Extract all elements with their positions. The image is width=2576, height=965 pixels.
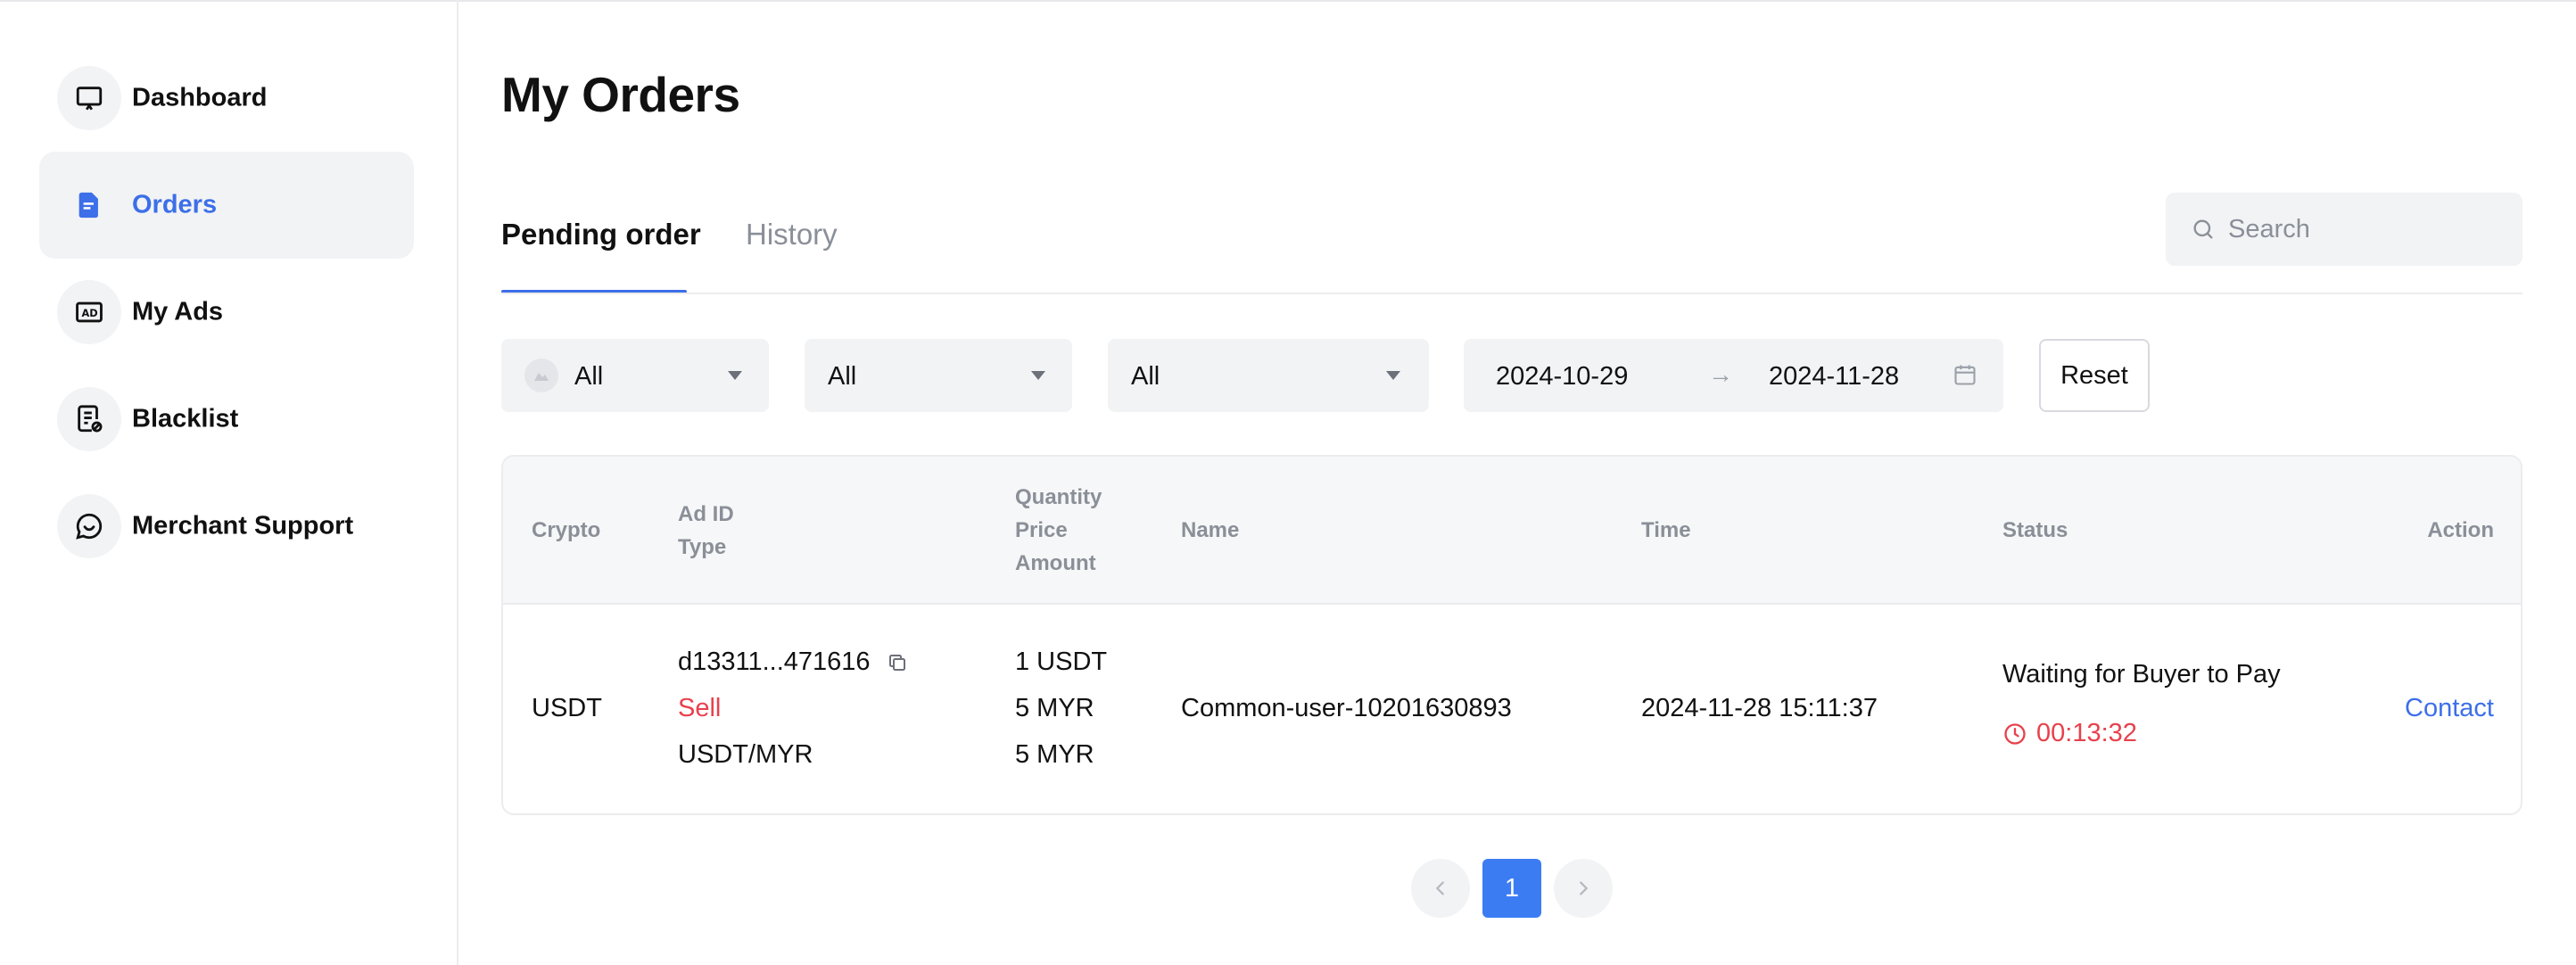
date-start[interactable]: 2024-10-29 [1496, 362, 1628, 392]
coin-icon [524, 359, 558, 392]
chevron-right-icon [1580, 881, 1589, 895]
search-input[interactable] [2228, 193, 2505, 266]
tab-history[interactable]: History [746, 218, 838, 252]
monitor-icon [57, 66, 121, 130]
sidebar-item-label: Blacklist [132, 404, 239, 433]
row-type: Sell [678, 694, 722, 722]
orders-table: Crypto Ad ID Type Quantity Price Amount … [501, 455, 2522, 815]
sidebar-item-label: Orders [132, 190, 218, 219]
search-icon [2193, 219, 2213, 239]
status-filter-value: All [1131, 362, 1160, 391]
row-quantity: 1 USDT [1015, 647, 1108, 676]
row-time: 2024-11-28 15:11:37 [1641, 694, 1878, 722]
copy-icon[interactable] [887, 652, 908, 673]
row-ad-id: d13311...471616 [678, 647, 908, 677]
page-title: My Orders [501, 67, 740, 122]
table-header: Crypto Ad ID Type Quantity Price Amount … [503, 457, 2521, 605]
date-end[interactable]: 2024-11-28 [1769, 362, 1899, 392]
sidebar-item-label: Merchant Support [132, 511, 354, 540]
next-page-button[interactable] [1554, 859, 1613, 918]
header-crypto: Crypto [532, 518, 601, 542]
countdown-value: 00:13:32 [2036, 719, 2137, 747]
chevron-left-icon [1435, 881, 1444, 895]
row-status: Waiting for Buyer to Pay [2002, 660, 2281, 689]
sidebar-item-blacklist[interactable]: Blacklist [39, 366, 414, 473]
page-number-current[interactable]: 1 [1482, 859, 1541, 918]
row-crypto: USDT [532, 694, 602, 722]
header-qty-price-amount: Quantity Price Amount [1015, 481, 1102, 580]
sidebar-item-orders[interactable]: Orders [39, 152, 414, 259]
tabs-divider [501, 293, 2522, 294]
document-icon [57, 173, 121, 237]
row-countdown: 00:13:32 [2002, 719, 2137, 748]
chevron-down-icon [728, 371, 742, 380]
header-ad-id-type: Ad ID Type [678, 498, 734, 564]
row-pair: USDT/MYR [678, 740, 813, 769]
sidebar-item-label: Dashboard [132, 83, 268, 112]
sidebar-item-my-ads[interactable]: AD My Ads [39, 259, 414, 366]
header-type: Type [678, 535, 727, 559]
status-filter-select[interactable]: All [1108, 339, 1429, 412]
ad-id-value: d13311...471616 [678, 647, 871, 676]
clock-icon [2004, 722, 2026, 745]
search-box[interactable] [2166, 193, 2522, 266]
sidebar-item-merchant-support[interactable]: Merchant Support [39, 473, 414, 580]
chat-icon [57, 494, 121, 558]
header-name: Name [1181, 518, 1240, 542]
reset-button[interactable]: Reset [2039, 339, 2150, 412]
svg-text:AD: AD [82, 307, 98, 319]
header-amount: Amount [1015, 551, 1096, 575]
contact-link[interactable]: Contact [2405, 694, 2494, 723]
header-time: Time [1641, 518, 1691, 542]
sidebar-item-dashboard[interactable]: Dashboard [39, 45, 414, 152]
ad-icon: AD [57, 280, 121, 344]
type-filter-value: All [828, 362, 857, 391]
blacklist-icon [57, 387, 121, 451]
row-name: Common-user-10201630893 [1181, 694, 1512, 722]
date-range-picker[interactable]: 2024-10-29 → 2024-11-28 [1464, 339, 2003, 412]
chevron-down-icon [1386, 371, 1400, 380]
calendar-icon [1954, 365, 1976, 385]
header-quantity: Quantity [1015, 485, 1102, 509]
header-ad-id: Ad ID [678, 502, 734, 526]
sidebar: Dashboard Orders AD My Ads Blacklist Mer… [0, 0, 458, 965]
prev-page-button[interactable] [1411, 859, 1470, 918]
crypto-filter-select[interactable]: All [501, 339, 769, 412]
arrow-right-icon: → [1708, 360, 1733, 388]
row-amount: 5 MYR [1015, 740, 1094, 769]
crypto-filter-value: All [574, 362, 604, 391]
chevron-down-icon [1031, 371, 1045, 380]
tab-pending-order[interactable]: Pending order [501, 218, 701, 252]
type-filter-select[interactable]: All [805, 339, 1072, 412]
header-price: Price [1015, 518, 1068, 542]
header-status: Status [2002, 518, 2068, 542]
header-action: Action [2427, 518, 2494, 542]
sidebar-item-label: My Ads [132, 297, 224, 326]
row-price: 5 MYR [1015, 694, 1094, 722]
